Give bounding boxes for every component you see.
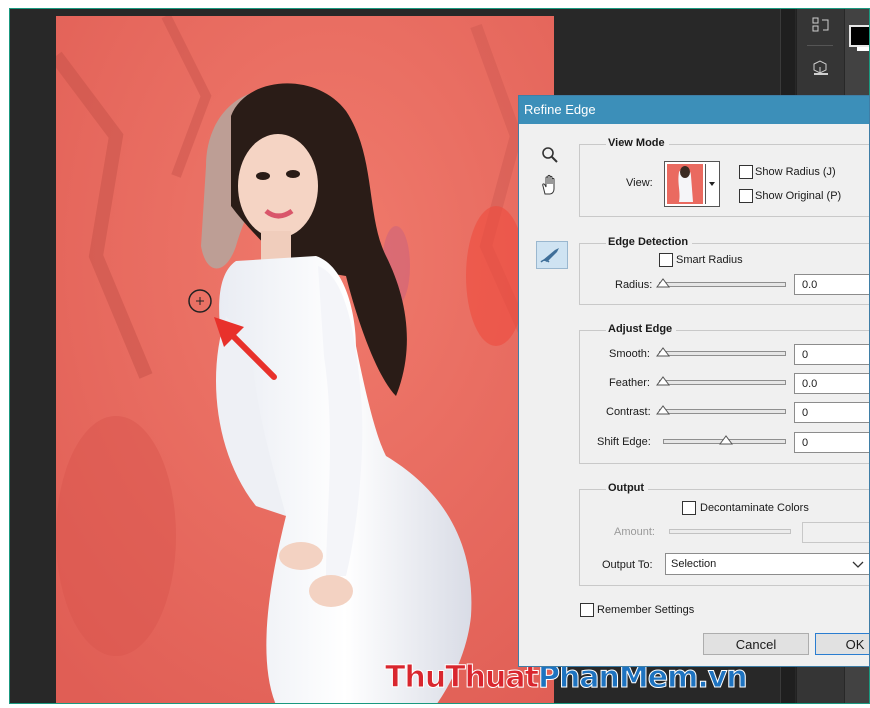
adjust-edge-heading: Adjust Edge <box>606 323 677 335</box>
amount-value-field[interactable] <box>802 522 869 543</box>
feather-slider[interactable] <box>659 380 786 385</box>
edge-detection-heading: Edge Detection <box>606 236 693 248</box>
watermark-part1: ThuThuat <box>385 660 540 696</box>
hand-tool-icon[interactable] <box>539 174 561 199</box>
radius-value-field[interactable]: 0.0 <box>794 274 869 295</box>
refine-edge-dialog: Refine Edge View Mode View: Show Radius … <box>518 95 870 667</box>
output-to-value: Selection <box>671 558 717 570</box>
radius-label: Radius: <box>615 279 653 291</box>
zoom-tool-icon[interactable] <box>541 146 559 167</box>
history-brush-icon[interactable] <box>807 11 835 39</box>
show-original-checkbox[interactable] <box>739 189 753 203</box>
show-radius-checkbox[interactable] <box>739 165 753 179</box>
shift-edge-value-field[interactable]: 0 <box>794 432 869 453</box>
contrast-label: Contrast: <box>606 406 651 418</box>
show-original-label: Show Original (P) <box>755 190 842 202</box>
smooth-slider[interactable] <box>659 351 786 356</box>
radius-slider-handle[interactable] <box>656 278 670 288</box>
shift-edge-label: Shift Edge: <box>597 436 651 448</box>
contrast-slider[interactable] <box>659 409 786 414</box>
feather-label: Feather: <box>609 377 650 389</box>
remember-settings-checkbox[interactable] <box>580 603 594 617</box>
annotation-arrow <box>214 317 277 380</box>
cancel-button[interactable]: Cancel <box>703 633 809 655</box>
output-to-select[interactable]: Selection <box>665 553 869 575</box>
feather-value-field[interactable]: 0.0 <box>794 373 869 394</box>
document-canvas[interactable] <box>56 16 554 703</box>
smart-radius-checkbox[interactable] <box>659 253 673 267</box>
smooth-slider-handle[interactable] <box>656 347 670 357</box>
transform-3d-icon[interactable] <box>807 53 835 81</box>
show-radius-label: Show Radius (J) <box>755 166 836 178</box>
shift-edge-slider-handle[interactable] <box>719 435 733 445</box>
view-mode-heading: View Mode <box>606 137 669 149</box>
contrast-slider-handle[interactable] <box>656 405 670 415</box>
decontaminate-colors-checkbox[interactable] <box>682 501 696 515</box>
radius-slider[interactable] <box>659 282 786 287</box>
decontaminate-colors-label: Decontaminate Colors <box>700 502 809 514</box>
output-to-label: Output To: <box>602 559 653 571</box>
remember-settings-label: Remember Settings <box>597 604 695 616</box>
smooth-label: Smooth: <box>609 348 650 360</box>
tool-separator <box>807 45 833 46</box>
view-label: View: <box>626 177 653 189</box>
amount-slider[interactable] <box>669 529 791 534</box>
refine-radius-tool-icon[interactable] <box>536 241 568 269</box>
smart-radius-label: Smart Radius <box>676 254 743 266</box>
output-heading: Output <box>606 482 649 494</box>
contrast-value-field[interactable]: 0 <box>794 402 869 423</box>
amount-label: Amount: <box>614 526 655 538</box>
feather-slider-handle[interactable] <box>656 376 670 386</box>
foreground-color-swatch[interactable] <box>849 25 869 47</box>
chevron-down-icon <box>852 561 864 568</box>
ok-button[interactable]: OK <box>815 633 869 655</box>
view-mode-dropdown[interactable] <box>664 161 720 207</box>
dialog-title: Refine Edge <box>519 96 869 124</box>
smooth-value-field[interactable]: 0 <box>794 344 869 365</box>
view-mode-group: View Mode <box>579 137 869 217</box>
masked-photo <box>56 16 554 703</box>
